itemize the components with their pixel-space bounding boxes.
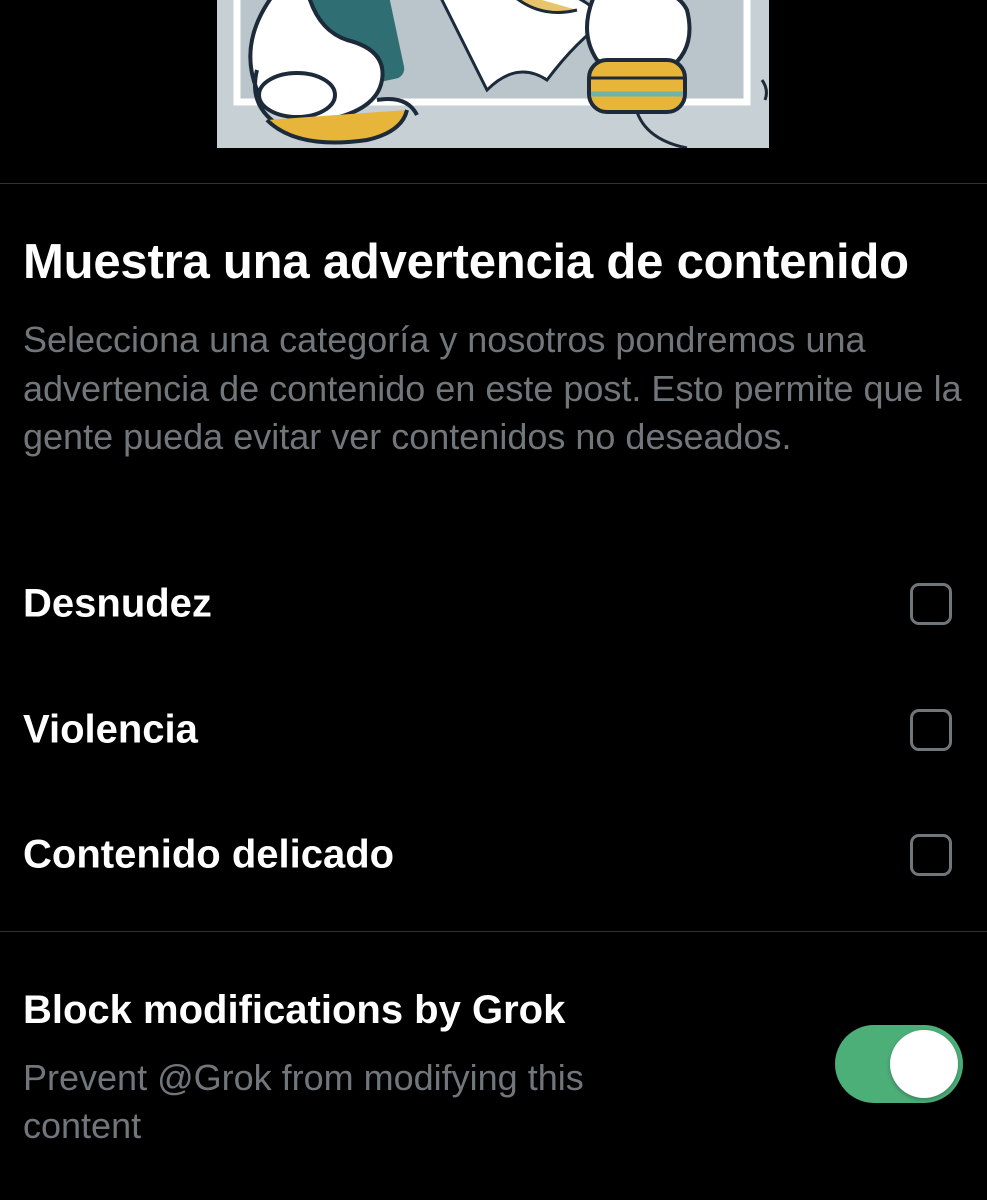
- grok-block-description: Prevent @Grok from modifying this conten…: [23, 1057, 584, 1146]
- media-thumbnail[interactable]: [217, 0, 769, 148]
- grok-block-toggle[interactable]: [835, 1025, 963, 1103]
- option-label: Violencia: [23, 707, 198, 752]
- toggle-knob: [890, 1030, 958, 1098]
- option-label: Contenido delicado: [23, 832, 395, 877]
- section-divider: [0, 183, 987, 184]
- nudity-checkbox[interactable]: [910, 583, 952, 625]
- option-violence[interactable]: Violencia: [0, 690, 987, 770]
- cartoon-illustration: [217, 0, 769, 148]
- content-warning-description: Selecciona una categoría y nosotros pond…: [23, 319, 962, 457]
- option-sensitive[interactable]: Contenido delicado: [0, 815, 987, 895]
- content-warning-title: Muestra una advertencia de contenido: [23, 235, 909, 289]
- section-divider: [0, 931, 987, 932]
- sensitive-checkbox[interactable]: [910, 834, 952, 876]
- option-nudity[interactable]: Desnudez: [0, 564, 987, 644]
- grok-block-title: Block modifications by Grok: [23, 988, 566, 1032]
- violence-checkbox[interactable]: [910, 709, 952, 751]
- option-label: Desnudez: [23, 581, 212, 626]
